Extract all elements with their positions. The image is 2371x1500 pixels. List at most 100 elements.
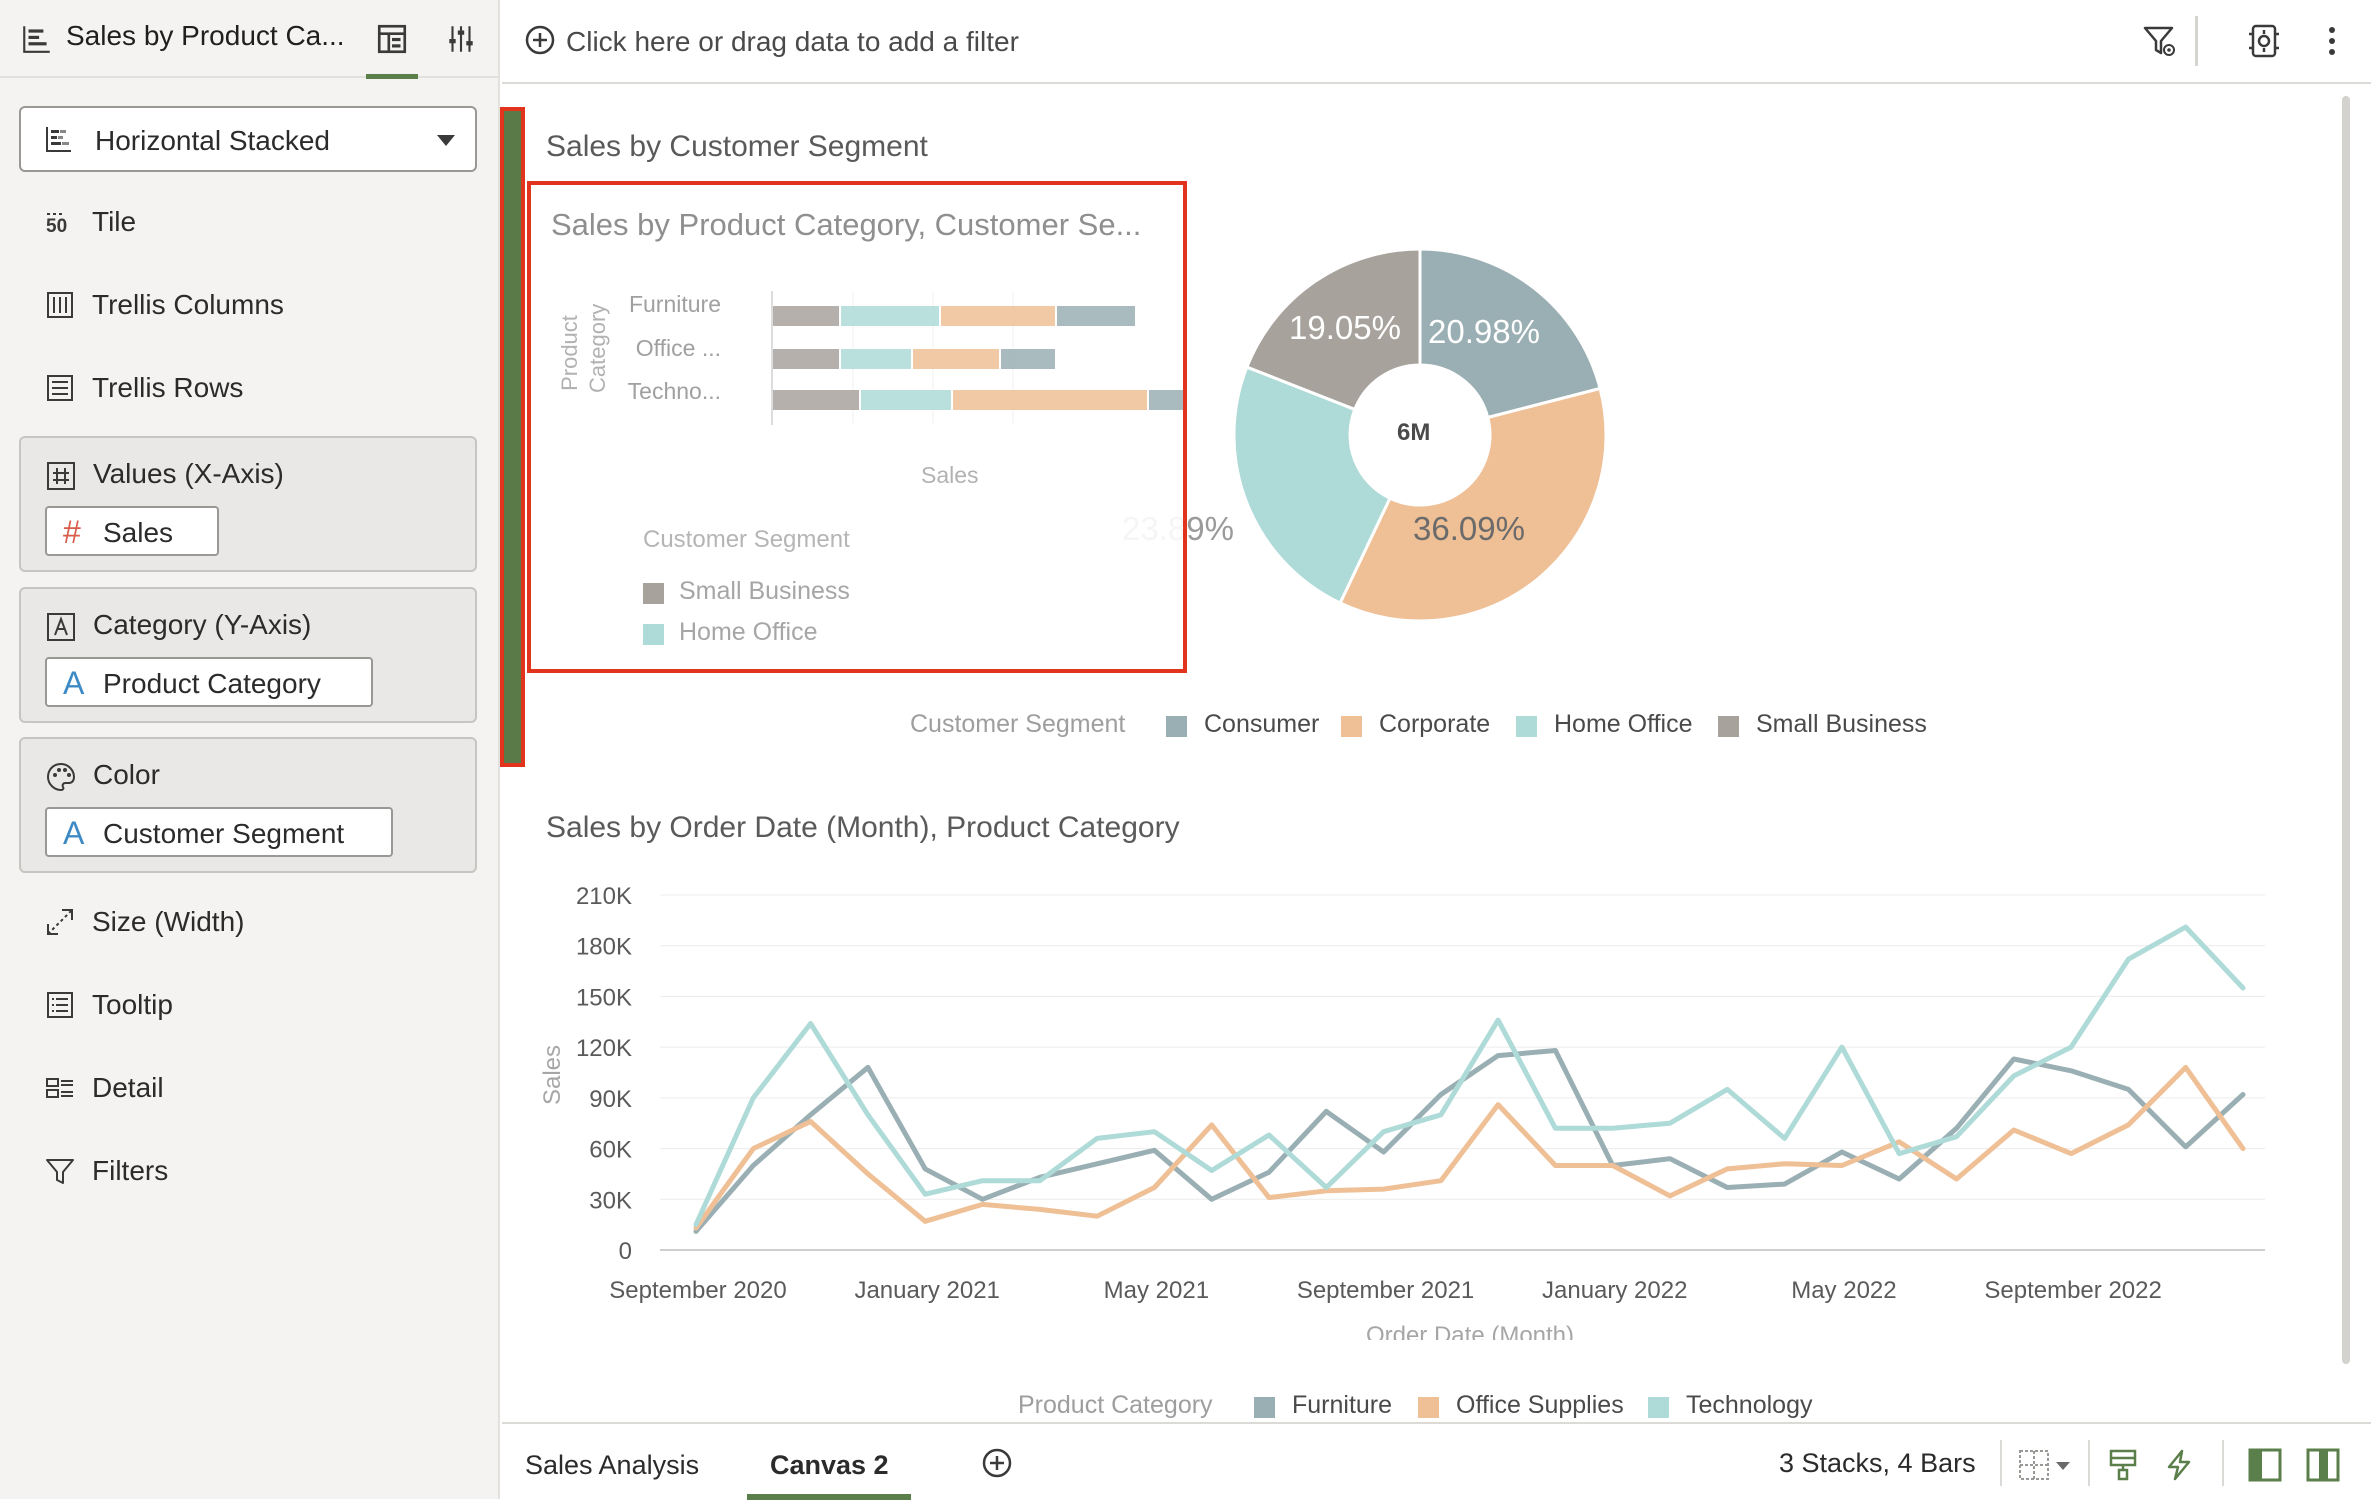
dp-bar-segment — [1057, 306, 1135, 326]
pie-label-small-business: 19.05% — [1289, 309, 1401, 346]
legend-swatch — [1418, 1397, 1439, 1418]
y-tick-label: 210K — [576, 883, 632, 910]
paint-brush-icon[interactable] — [2106, 1448, 2140, 1482]
y-tick-label: 30K — [589, 1187, 632, 1214]
values-x-axis-label: Values (X-Axis) — [93, 458, 284, 489]
dp-bar-segment — [913, 349, 999, 369]
detail-icon — [46, 1078, 73, 1098]
filter-placeholder[interactable]: Click here or drag data to add a filter — [566, 26, 1019, 58]
horizontal-stacked-icon — [46, 127, 71, 152]
color-zone[interactable]: Color A Customer Segment — [19, 737, 477, 873]
detail-label: Detail — [92, 1072, 164, 1103]
add-filter-icon[interactable] — [524, 24, 556, 56]
legend-label: Small Business — [679, 577, 850, 605]
y-tick-label: 180K — [576, 934, 632, 961]
legend-swatch — [1341, 716, 1362, 737]
drag-preview-visualization[interactable]: Sales by Product Category, Customer Se..… — [527, 181, 1187, 673]
x-axis-title: Order Date (Month) — [1366, 1322, 1574, 1340]
tile-icon: 50 — [46, 213, 67, 237]
size-label: Size (Width) — [92, 906, 245, 937]
legend-swatch — [1648, 1397, 1669, 1418]
canvas-settings-icon[interactable] — [2246, 22, 2282, 60]
sales-pill[interactable]: # Sales — [45, 506, 219, 556]
customer-segment-pill-label: Customer Segment — [103, 818, 345, 849]
svg-text:50: 50 — [46, 216, 67, 237]
trellis-rows-icon — [47, 375, 73, 401]
chart-type-value: Horizontal Stacked — [95, 125, 331, 156]
product-category-pill-label: Product Category — [103, 668, 321, 699]
y-tick-label: 120K — [576, 1035, 632, 1062]
legend-label: Home Office — [679, 618, 818, 646]
x-tick-label: September 2022 — [1984, 1277, 2161, 1304]
series-line-office-supplies[interactable] — [693, 1064, 2246, 1231]
left-panel-toggle-icon[interactable] — [2248, 1448, 2282, 1482]
right-panel-toggle-icon[interactable] — [2306, 1448, 2340, 1482]
status-divider — [2222, 1440, 2224, 1486]
product-category-pill[interactable]: A Product Category — [45, 657, 373, 707]
x-tick-label: January 2022 — [1542, 1277, 1687, 1304]
filter-icon — [46, 1159, 74, 1184]
grammar-tab-icon[interactable] — [375, 22, 409, 56]
legend-swatch — [1516, 716, 1537, 737]
legend-label: Home Office — [1554, 710, 1693, 738]
filters-label: Filters — [92, 1155, 169, 1186]
tab-canvas-2[interactable]: Canvas 2 — [770, 1450, 889, 1481]
y-tick-label: 60K — [589, 1137, 632, 1164]
attribute-glyph-icon: A — [63, 815, 85, 851]
dp-bar-segment — [1001, 349, 1055, 369]
pie-legend: Customer Segment Consumer Corporate Home… — [910, 710, 1930, 750]
x-tick-label: May 2021 — [1104, 1277, 1209, 1304]
status-divider — [2000, 1440, 2002, 1486]
dp-bar-segment — [773, 390, 859, 410]
legend-label: Consumer — [1204, 710, 1320, 738]
x-tick-label: May 2022 — [1791, 1277, 1896, 1304]
drag-preview-bar-chart — [771, 291, 1183, 425]
hash-icon — [47, 462, 75, 490]
attribute-glyph-icon: A — [63, 665, 85, 701]
grammar-panel-header: Sales by Product Ca... — [0, 0, 500, 79]
x-tick-label: January 2021 — [854, 1277, 999, 1304]
trellis-columns-label: Trellis Columns — [92, 289, 284, 320]
x-tick-label: September 2020 — [609, 1277, 786, 1304]
y-axis-title: Sales — [539, 1045, 566, 1105]
pie-label-corporate: 36.09% — [1413, 510, 1525, 547]
layout-options-icon[interactable] — [2018, 1448, 2074, 1482]
dp-bar-segment — [841, 306, 939, 326]
canvas-scrollbar[interactable] — [2342, 96, 2350, 1364]
chart-type-dropdown[interactable]: Horizontal Stacked — [19, 106, 477, 172]
line-viz-title: Sales by Order Date (Month), Product Cat… — [546, 811, 1180, 844]
lightning-icon[interactable] — [2162, 1448, 2196, 1482]
trellis-rows-label: Trellis Rows — [92, 372, 244, 403]
add-canvas-icon[interactable] — [980, 1446, 1014, 1480]
values-x-axis-zone[interactable]: Values (X-Axis) # Sales — [19, 436, 477, 572]
legend-label: Corporate — [1379, 710, 1491, 738]
filter-bar[interactable]: Click here or drag data to add a filter — [502, 0, 2371, 84]
dp-bar-segment — [861, 390, 951, 410]
line-chart[interactable]: 0 30K 60K 90K 120K 150K 180K 210K September 2020… — [520, 860, 2280, 1340]
x-tick-label: September 2021 — [1297, 1277, 1474, 1304]
category-y-axis-label: Category (Y-Axis) — [93, 609, 312, 640]
drop-target-indicator — [500, 107, 525, 767]
y-tick-label: 90K — [589, 1086, 632, 1113]
horizontal-bar-chart-icon — [23, 26, 50, 53]
legend-swatch — [643, 624, 664, 645]
drag-preview-title: Sales by Product Category, Customer Se..… — [551, 207, 1142, 242]
dp-bar-segment — [841, 349, 911, 369]
tab-sales-analysis[interactable]: Sales Analysis — [525, 1450, 699, 1481]
dp-bar-segment — [941, 306, 1055, 326]
legend-label: Office Supplies — [1456, 1391, 1624, 1419]
customer-segment-pill[interactable]: A Customer Segment — [45, 807, 393, 857]
color-label: Color — [93, 759, 160, 790]
more-options-icon[interactable] — [2318, 22, 2346, 60]
measure-icon: # — [63, 514, 81, 550]
filter-settings-icon[interactable] — [2142, 22, 2178, 60]
tooltip-icon — [47, 992, 73, 1018]
category-y-axis-zone[interactable]: Category (Y-Axis) A Product Category — [19, 587, 477, 723]
legend-swatch — [643, 583, 664, 604]
size-icon — [47, 909, 73, 935]
chevron-down-icon — [437, 135, 455, 146]
status-divider — [2088, 1440, 2090, 1486]
pie-label-consumer: 20.98% — [1428, 313, 1540, 350]
dp-bar-segment — [773, 349, 839, 369]
properties-tab-icon[interactable] — [444, 22, 478, 56]
